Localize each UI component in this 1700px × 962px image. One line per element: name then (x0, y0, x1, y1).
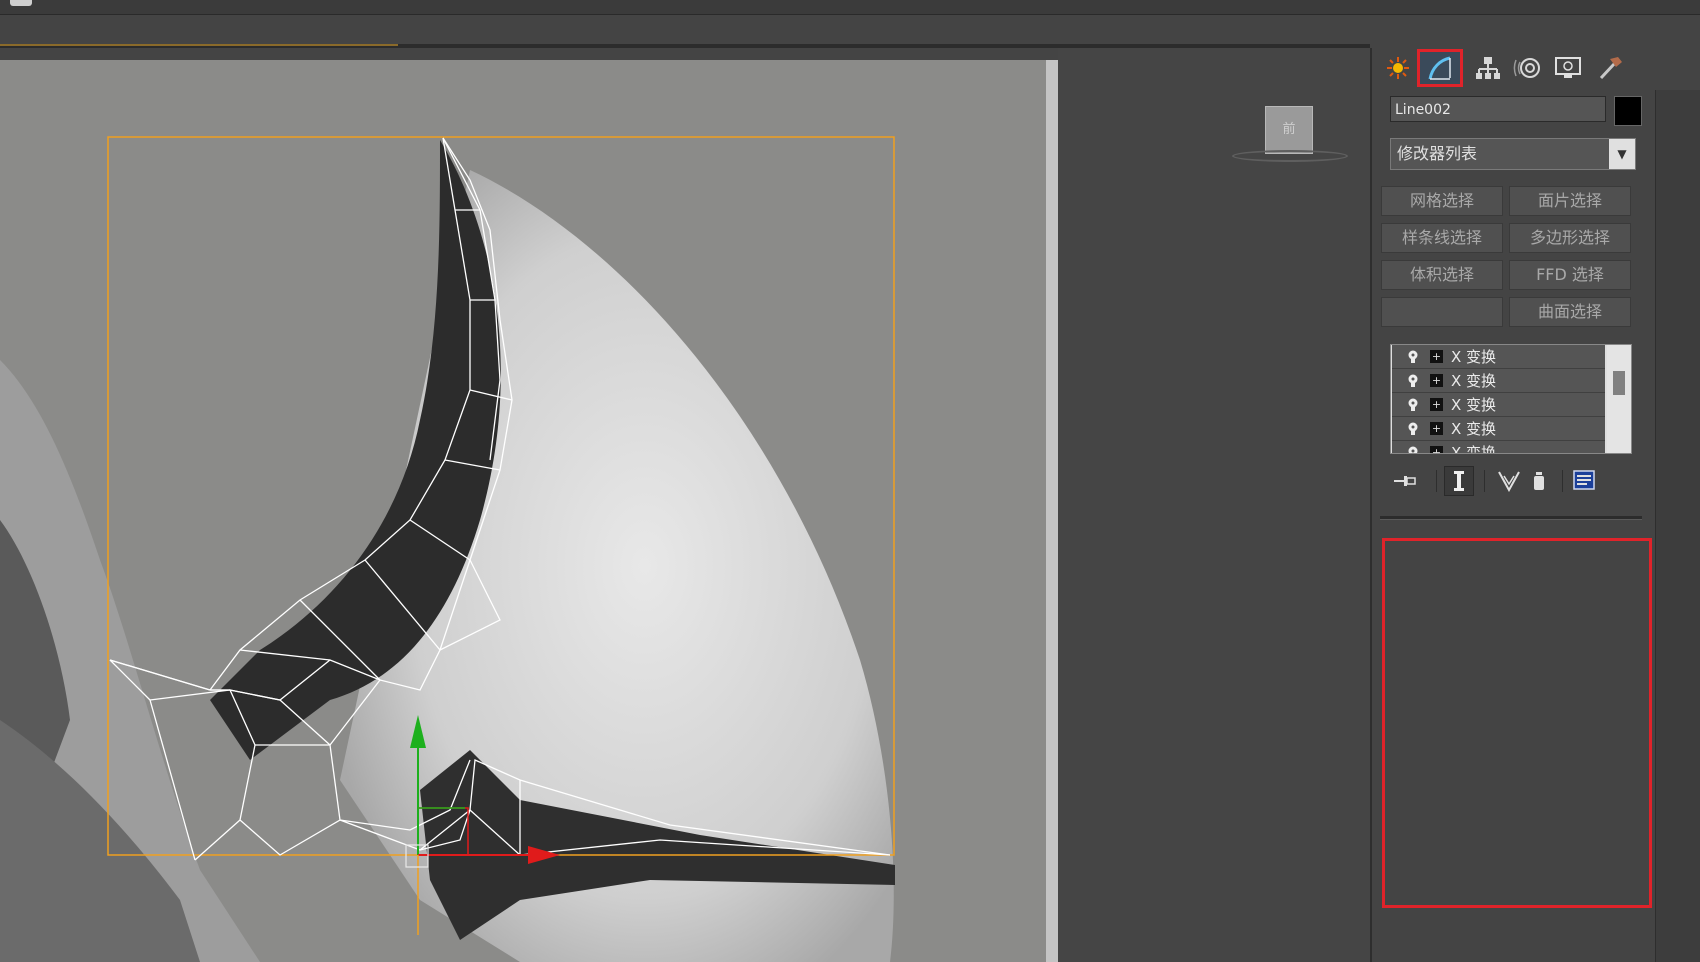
chevron-down-icon[interactable]: ▼ (1609, 139, 1635, 169)
tab-display[interactable] (1548, 50, 1588, 86)
remove-modifier-button[interactable] (1524, 466, 1554, 496)
end-result-icon (1454, 471, 1464, 491)
display-icon (1555, 57, 1581, 78)
modifier-list-dropdown[interactable]: 修改器列表 ▼ (1390, 138, 1636, 170)
poly-select-button[interactable]: 多边形选择 (1509, 223, 1631, 253)
viewport-border (1046, 60, 1058, 962)
ffd-select-button[interactable]: FFD 选择 (1509, 260, 1631, 290)
pin-stack-button[interactable] (1390, 466, 1420, 496)
viewcube-ring[interactable] (1232, 150, 1348, 162)
mesh-select-button[interactable]: 网格选择 (1381, 186, 1503, 216)
configure-icon (1573, 470, 1595, 490)
stack-item[interactable]: + X 变换 (1392, 369, 1605, 393)
stack-item[interactable]: + X 变换 (1392, 417, 1605, 441)
object-color-swatch[interactable] (1614, 96, 1642, 126)
stack-scrollbar[interactable] (1607, 345, 1631, 453)
show-end-result-button[interactable] (1444, 466, 1474, 496)
spline-select-button[interactable]: 样条线选择 (1381, 223, 1503, 253)
stack-item-label: X 变换 (1451, 348, 1497, 366)
viewport-scene (0, 136, 895, 962)
separator (1562, 470, 1563, 492)
expand-icon[interactable]: + (1430, 350, 1443, 363)
bulb-icon[interactable] (1406, 446, 1420, 455)
trash-icon (1534, 472, 1544, 490)
modifier-stack[interactable]: + X 变换 + X 变换 + X 变换 + X 变换 + X 变换 (1390, 344, 1632, 454)
stack-item[interactable]: + X 变换 (1392, 441, 1605, 455)
tab-modify[interactable] (1417, 49, 1463, 87)
modifier-list-label: 修改器列表 (1397, 144, 1478, 163)
bulb-icon[interactable] (1406, 350, 1420, 364)
rollout-divider (1380, 516, 1642, 520)
stack-item-label: X 变换 (1451, 444, 1497, 454)
expand-icon[interactable]: + (1430, 422, 1443, 435)
bulb-icon[interactable] (1406, 398, 1420, 412)
stack-item[interactable]: + X 变换 (1392, 393, 1605, 417)
stack-toolbar (1390, 464, 1638, 500)
make-unique-button[interactable] (1494, 466, 1524, 496)
panel-scroll-strip[interactable] (1655, 90, 1700, 962)
patch-select-button[interactable]: 面片选择 (1509, 186, 1631, 216)
bulb-icon[interactable] (1406, 374, 1420, 388)
volume-select-button[interactable]: 体积选择 (1381, 260, 1503, 290)
separator (1436, 470, 1437, 492)
modify-icon (1428, 56, 1451, 80)
viewport-dark-area (1058, 48, 1370, 962)
expand-icon[interactable]: + (1430, 446, 1443, 453)
time-slider-progress (0, 44, 398, 46)
stack-item-label: X 变换 (1451, 372, 1497, 390)
tab-hierarchy[interactable] (1468, 50, 1508, 86)
stack-scroll-thumb[interactable] (1613, 371, 1625, 395)
stack-item[interactable]: + X 变换 (1392, 345, 1605, 369)
expand-icon[interactable]: + (1430, 398, 1443, 411)
title-bar (0, 0, 1700, 15)
tab-utilities[interactable] (1590, 50, 1630, 86)
pin-icon (1394, 476, 1416, 486)
empty-modifier-button[interactable] (1381, 297, 1503, 327)
tab-create[interactable] (1378, 50, 1418, 86)
viewcube[interactable]: 前 (1265, 106, 1313, 154)
object-name-field[interactable]: Line002 (1390, 96, 1606, 122)
bulb-icon[interactable] (1406, 422, 1420, 436)
toolbar-strip (0, 15, 1370, 46)
make-unique-icon (1498, 471, 1520, 492)
hierarchy-icon (1476, 57, 1500, 79)
surface-select-button[interactable]: 曲面选择 (1509, 297, 1631, 327)
rollout-area-highlight (1382, 538, 1652, 908)
expand-icon[interactable]: + (1430, 374, 1443, 387)
utilities-icon (1599, 57, 1622, 80)
app-menu-button[interactable] (10, 0, 32, 6)
stack-item-label: X 变换 (1451, 420, 1497, 438)
create-icon (1387, 57, 1409, 79)
separator (1484, 470, 1485, 492)
tab-motion[interactable] (1508, 50, 1548, 86)
stack-item-label: X 变换 (1451, 396, 1497, 414)
configure-sets-button[interactable] (1570, 466, 1600, 496)
viewport[interactable] (0, 60, 1058, 962)
motion-icon (1513, 58, 1540, 78)
